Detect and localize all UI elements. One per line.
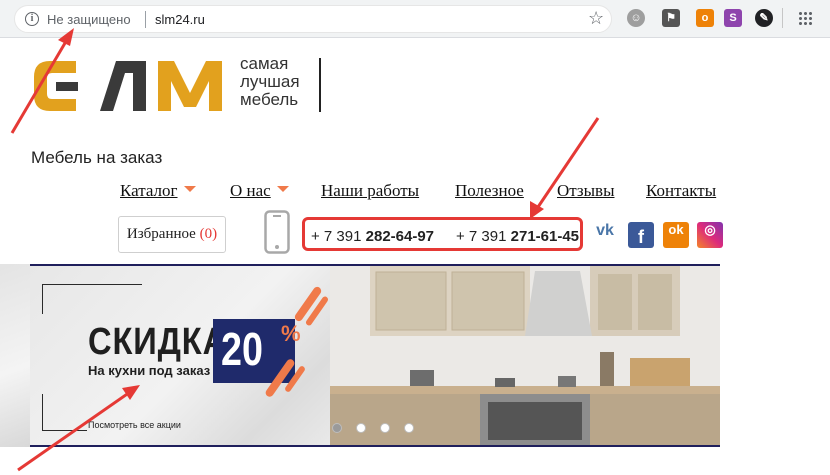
slogan-line: мебель — [240, 90, 299, 109]
phone-number: 282-64-97 — [365, 228, 435, 245]
phone-code: + 7 391 — [456, 228, 511, 245]
frame-line — [42, 394, 43, 430]
odnoklassniki-icon[interactable]: ok — [663, 222, 689, 248]
ghost-extension-icon[interactable]: ☺ — [627, 9, 645, 27]
frame-line — [42, 430, 87, 431]
slider-dot[interactable] — [380, 423, 390, 433]
url-divider — [145, 11, 146, 28]
flag-extension-icon[interactable]: ⚑ — [662, 9, 680, 27]
instagram-icon[interactable]: ◎ — [697, 222, 723, 248]
phone-icon — [264, 210, 290, 254]
slogan-line: лучшая — [240, 72, 300, 91]
s-extension-icon[interactable]: S — [724, 9, 742, 27]
nav-contacts[interactable]: Контакты — [646, 181, 716, 201]
favorites-count: (0) — [199, 226, 218, 242]
site-logo[interactable] — [28, 55, 238, 117]
banner-backdrop — [0, 264, 30, 447]
vk-icon[interactable]: vk — [592, 222, 618, 248]
chevron-down-icon — [276, 186, 289, 192]
toolbar-divider — [782, 8, 783, 28]
facebook-icon[interactable]: f — [628, 222, 654, 248]
favorites-label: Избранное — [126, 226, 196, 242]
kitchen-photo — [330, 266, 720, 445]
sale-percent: 20 — [221, 323, 263, 375]
favorites-button[interactable]: Избранное (0) — [118, 216, 226, 253]
security-status[interactable]: Не защищено — [47, 12, 131, 27]
tool-extension-icon[interactable]: ✎ — [755, 9, 773, 27]
frame-line — [42, 284, 142, 285]
phone-link[interactable]: + 7 391 271-61-45 — [456, 228, 579, 245]
all-offers-link[interactable]: Посмотреть все акции — [88, 420, 181, 430]
phone-number: 271-61-45 — [510, 228, 580, 245]
address-bar[interactable]: i Не защищено slm24.ru ☆ — [14, 5, 612, 33]
browser-toolbar: i Не защищено slm24.ru ☆ ☺ ⚑ о S ✎ — [0, 0, 830, 38]
sale-title: СКИДКА — [88, 321, 228, 363]
logo-divider — [319, 58, 321, 112]
nav-label: Каталог — [120, 181, 178, 200]
star-icon[interactable]: ☆ — [588, 8, 604, 29]
phone-numbers: + 7 391 282-64-97 + 7 391 271-61-45 — [302, 217, 583, 251]
sale-subtitle: На кухни под заказ — [88, 363, 211, 378]
slider-dot[interactable] — [356, 423, 366, 433]
info-icon[interactable]: i — [25, 12, 39, 26]
nav-about[interactable]: О нас — [230, 181, 289, 201]
promo-banner[interactable]: СКИДКА 20 % На кухни под заказ Посмотрет… — [30, 264, 720, 447]
odnoklassniki-extension-icon[interactable]: о — [696, 9, 714, 27]
phone-link[interactable]: + 7 391 282-64-97 — [311, 228, 434, 245]
apps-grid-icon[interactable] — [798, 11, 812, 25]
logo-slogan: самая лучшая мебель — [240, 55, 300, 109]
nav-catalog[interactable]: Каталог — [120, 181, 196, 201]
sale-percent-sign: % — [281, 321, 301, 346]
site-tagline: Мебель на заказ — [31, 148, 163, 167]
slider-dot[interactable] — [332, 423, 342, 433]
url-text[interactable]: slm24.ru — [155, 12, 205, 27]
slider-dot[interactable] — [404, 423, 414, 433]
nav-useful[interactable]: Полезное — [455, 181, 524, 201]
nav-reviews[interactable]: Отзывы — [557, 181, 615, 201]
nav-our-works[interactable]: Наши работы — [321, 181, 419, 201]
nav-label: О нас — [230, 181, 271, 200]
frame-line — [42, 284, 43, 314]
logo-mark-icon — [34, 61, 222, 111]
slogan-line: самая — [240, 54, 289, 73]
chevron-down-icon — [183, 186, 196, 192]
phone-code: + 7 391 — [311, 228, 366, 245]
